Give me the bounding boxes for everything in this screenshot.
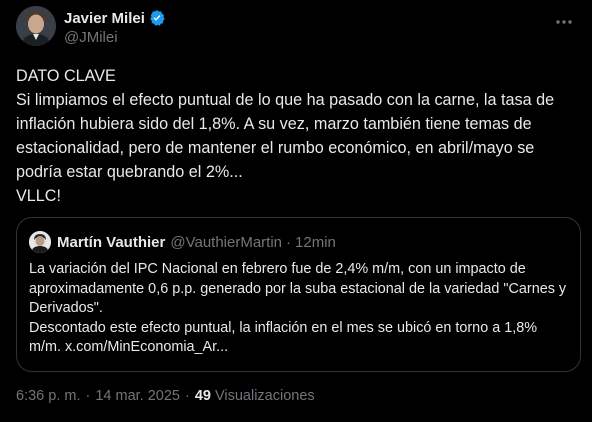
author-avatar[interactable] — [16, 6, 56, 46]
tweet-meta: 6:36 p. m. · 14 mar. 2025 · 49 Visualiza… — [16, 388, 315, 404]
quoted-tweet-text: La variación del IPC Nacional en febrero… — [29, 261, 567, 355]
author-display-name[interactable]: Javier Milei — [64, 10, 145, 27]
author-info: Javier Milei @JMilei — [64, 8, 166, 46]
views-count: 49 — [194, 388, 211, 404]
quoted-separator: · — [286, 233, 292, 251]
more-options-icon[interactable] — [554, 12, 574, 32]
tweet-time[interactable]: 6:36 p. m. — [16, 388, 80, 404]
tweet-header: Javier Milei @JMilei — [16, 6, 576, 50]
quoted-author-handle: @VauthierMartin — [170, 233, 283, 251]
views-label: Visualizaciones — [214, 388, 315, 404]
quoted-timestamp: 12min — [295, 233, 336, 251]
tweet: Javier Milei @JMilei DATO CLAVE Si limpi… — [0, 0, 592, 422]
tweet-text: DATO CLAVE Si limpiamos el efecto puntua… — [16, 67, 555, 205]
quoted-author-avatar — [29, 231, 51, 253]
quoted-tweet-card[interactable]: Martín Vauthier @VauthierMartin · 12min … — [16, 217, 581, 372]
meta-separator-2: · — [184, 388, 190, 404]
tweet-date[interactable]: 14 mar. 2025 — [95, 388, 180, 404]
quoted-tweet-header: Martín Vauthier @VauthierMartin · 12min — [29, 230, 336, 254]
author-handle[interactable]: @JMilei — [64, 29, 166, 46]
meta-separator: · — [85, 388, 91, 404]
quoted-author-display-name: Martín Vauthier — [57, 233, 166, 251]
author-name-row: Javier Milei — [64, 8, 166, 28]
verified-badge-icon — [148, 9, 166, 27]
